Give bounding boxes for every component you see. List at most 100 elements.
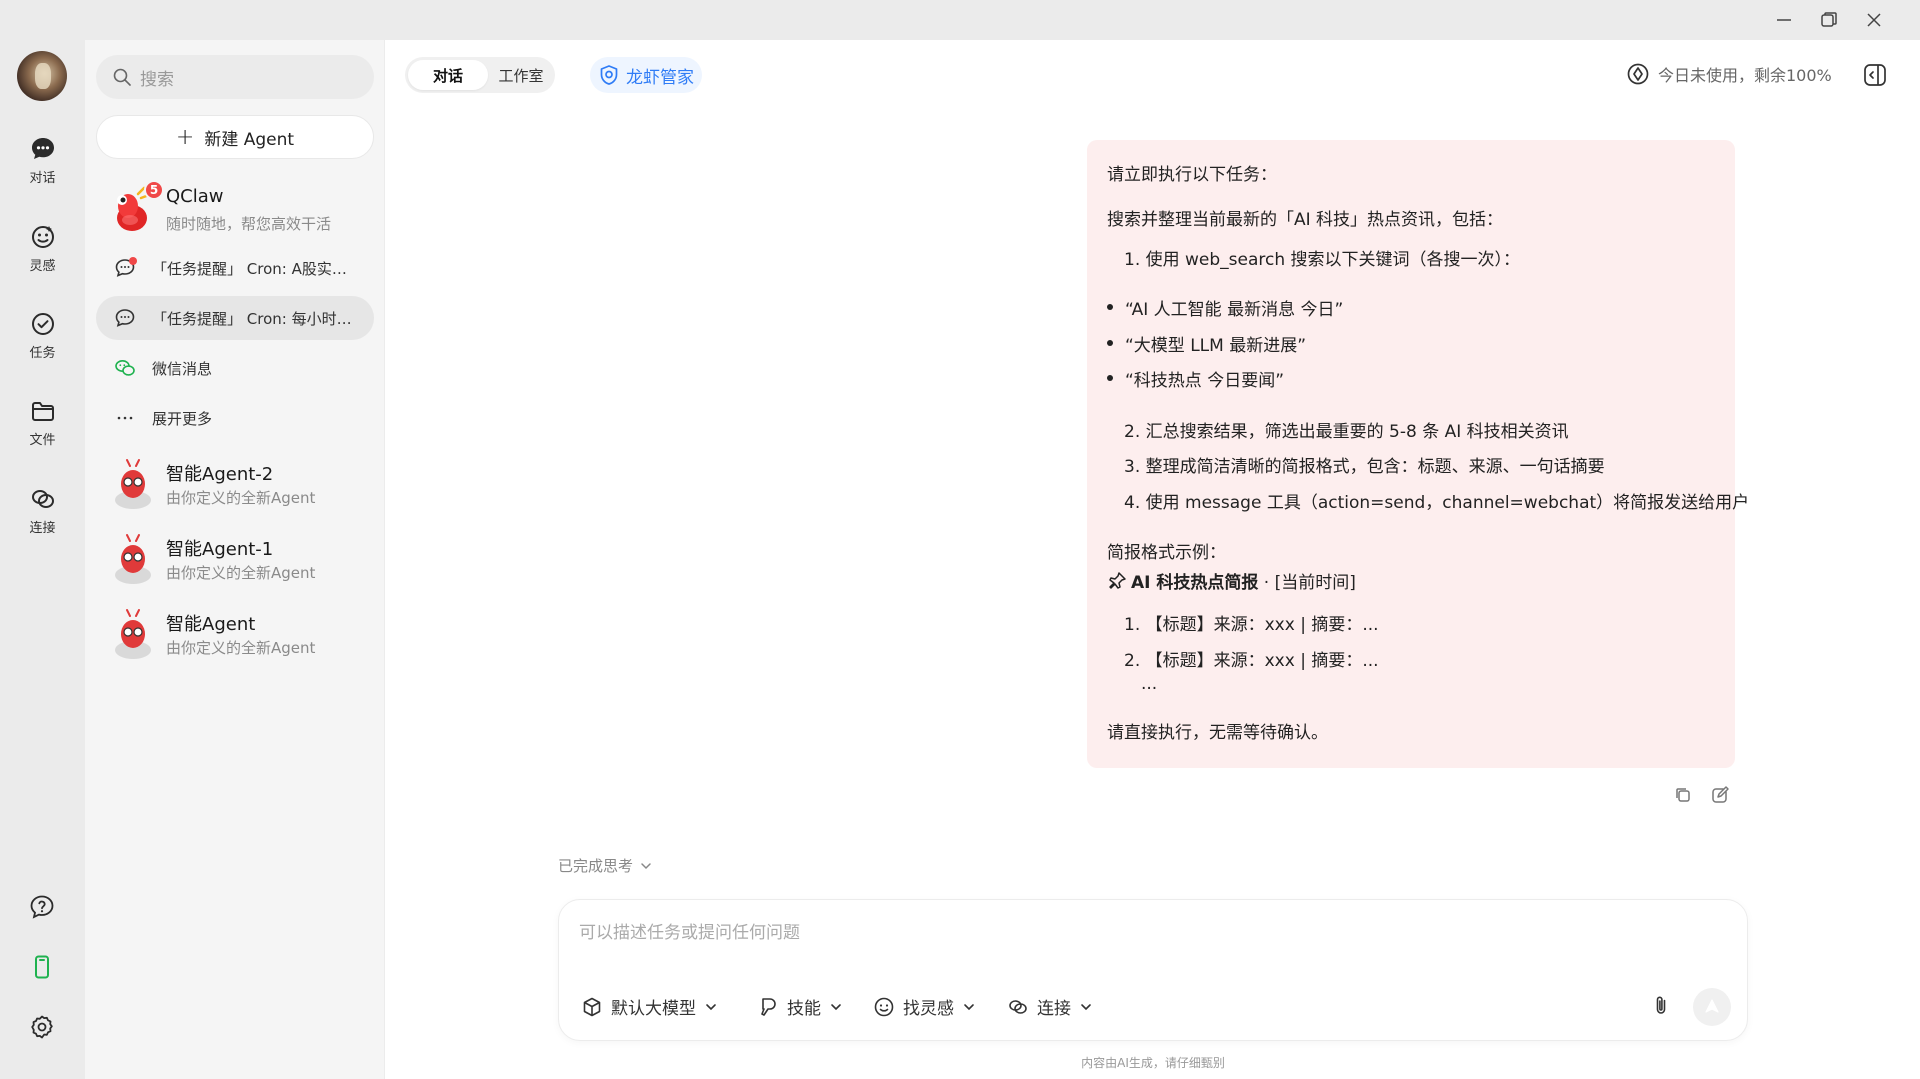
brief-title-bold: AI 科技热点简报 (1131, 573, 1259, 593)
sub-item-label: 「任务提醒」 Cron: 每小时 AI 科技热点简报 (152, 309, 352, 328)
bullet-text: “科技热点 今日要闻” (1125, 371, 1285, 391)
search-placeholder: 搜索 (140, 69, 174, 90)
sub-item-wechat[interactable]: 微信消息 (96, 346, 374, 390)
rail-label-chat: 对话 (29, 171, 56, 186)
unread-badge: 5 (144, 180, 164, 200)
model-select-button[interactable]: 默认大模型 (581, 994, 718, 1019)
agent-item[interactable]: 智能Agent 由你定义的全新Agent (96, 602, 374, 666)
phone-icon[interactable] (27, 952, 57, 982)
chevron-down-icon (641, 862, 651, 869)
chat-icon (31, 138, 54, 159)
help-icon[interactable] (27, 892, 57, 922)
copy-icon[interactable] (1672, 784, 1694, 806)
message-line: 3. 整理成简洁清晰的简报格式，包含：标题、来源、一句话摘要 (1124, 457, 1605, 477)
tool-label: 技能 (787, 999, 821, 1019)
find-inspiration-button[interactable]: 找灵感 (873, 994, 976, 1019)
agent-name: 智能Agent-2 (166, 464, 274, 485)
close-icon[interactable] (1862, 8, 1886, 32)
task-icon (31, 313, 54, 335)
bullet-item: “大模型 LLM 最新进展” (1107, 331, 1306, 356)
agent-subtitle: 随时随地，帮您高效干活 (166, 215, 332, 233)
settings-icon[interactable] (27, 1012, 57, 1042)
message-line: 2. 【标题】来源：xxx | 摘要：... (1124, 651, 1379, 671)
agent-subtitle: 由你定义的全新Agent (166, 489, 316, 507)
agent-item[interactable]: 智能Agent-2 由你定义的全新Agent (96, 452, 374, 516)
sub-item-label: 微信消息 (152, 359, 213, 378)
quota-icon (1627, 63, 1649, 85)
user-message-bubble: 请立即执行以下任务： 搜索并整理当前最新的「AI 科技」热点资讯，包括： 1. … (1087, 140, 1749, 768)
tool-label: 找灵感 (903, 999, 954, 1019)
sub-item-cron-stock[interactable]: 「任务提醒」 Cron: A股实时市场复盘 (96, 246, 374, 290)
rail-label-files: 文件 (29, 433, 56, 448)
usage-status[interactable]: 今日未使用，剩余100% (1626, 62, 1832, 86)
agent-item[interactable]: 智能Agent-1 由你定义的全新Agent (96, 527, 374, 591)
agent-name: QClaw (166, 186, 224, 207)
message-line-brief-title: AI 科技热点简报 · [当前时间] (1107, 568, 1356, 593)
rail-label-connect: 连接 (29, 521, 56, 536)
tab-chat[interactable]: 对话 (408, 60, 488, 90)
brief-title-rest: · [当前时间] (1258, 573, 1356, 593)
rail-item-connect[interactable]: 连接 (0, 485, 85, 545)
restore-icon[interactable] (1817, 8, 1841, 32)
skill-icon (761, 997, 776, 1016)
send-arrow-icon (1705, 999, 1719, 1013)
link-icon (1009, 999, 1027, 1014)
skills-button[interactable]: 技能 (757, 994, 843, 1019)
chevron-down-icon (1081, 1003, 1091, 1010)
inspiration-icon (31, 226, 54, 248)
thinking-toggle[interactable]: 已完成思考 (558, 855, 653, 876)
agent-lobster-icon (115, 534, 151, 584)
rail-item-chat[interactable]: 对话 (0, 135, 85, 195)
conversation-sidebar: 搜索 + 新建 Agent 5 QClaw 随时随地，帮您高效干活 「任务提醒」… (85, 40, 385, 1079)
sub-item-label: 「任务提醒」 Cron: A股实时市场复盘 (152, 259, 352, 278)
agent-name: 智能Agent (166, 614, 256, 635)
new-agent-button[interactable]: + 新建 Agent (96, 115, 374, 159)
message-line: 2. 汇总搜索结果，筛选出最重要的 5-8 条 AI 科技相关资讯 (1124, 422, 1569, 442)
window-titlebar (0, 0, 1920, 40)
rail-item-task[interactable]: 任务 (0, 310, 85, 370)
tab-studio[interactable]: 工作室 (490, 60, 552, 90)
folder-icon (31, 402, 54, 421)
lobster-guard-button[interactable]: 龙虾管家 (590, 57, 702, 93)
search-input[interactable]: 搜索 (96, 55, 374, 99)
bullet-text: “AI 人工智能 最新消息 今日” (1125, 300, 1344, 320)
sub-item-expand-more[interactable]: 展开更多 (96, 396, 374, 440)
left-rail: 对话 灵感 任务 文件 连接 (0, 40, 85, 1079)
user-avatar[interactable] (17, 51, 67, 101)
side-panel-toggle-icon[interactable] (1862, 62, 1888, 88)
sub-item-cron-ai-brief[interactable]: 「任务提醒」 Cron: 每小时 AI 科技热点简报 (96, 296, 374, 340)
pin-icon (1109, 572, 1126, 589)
minimize-icon[interactable] (1772, 8, 1796, 32)
rail-item-inspiration[interactable]: 灵感 (0, 223, 85, 283)
inspiration-icon (874, 997, 894, 1016)
chevron-down-icon (964, 1003, 974, 1010)
message-line: 请立即执行以下任务： (1107, 165, 1277, 185)
edit-icon[interactable] (1709, 784, 1731, 806)
new-agent-label: 新建 Agent (204, 129, 295, 150)
plus-icon: + (175, 124, 195, 150)
rail-label-inspiration: 灵感 (29, 259, 56, 274)
unread-dot (129, 257, 137, 265)
bullet-item: “科技热点 今日要闻” (1107, 366, 1284, 391)
bullet-item: “AI 人工智能 最新消息 今日” (1107, 295, 1343, 320)
chevron-down-icon (706, 1003, 716, 1010)
agent-lobster-icon (115, 459, 151, 509)
message-composer[interactable]: 可以描述任务或提问任何问题 默认大模型 技能 找灵感 连接 (558, 899, 1748, 1041)
composer-placeholder[interactable]: 可以描述任务或提问任何问题 (579, 918, 800, 943)
send-button[interactable] (1693, 988, 1731, 1026)
connect-button[interactable]: 连接 (1007, 994, 1093, 1019)
agent-item-qclaw[interactable]: 5 QClaw 随时随地，帮您高效干活 (96, 178, 374, 242)
wechat-icon (114, 357, 136, 379)
attachment-icon[interactable] (1649, 994, 1673, 1018)
message-line: 4. 使用 message 工具（action=send，channel=web… (1124, 493, 1750, 513)
bullet-text: “大模型 LLM 最新进展” (1125, 336, 1307, 356)
more-icon (114, 407, 136, 429)
tool-label: 连接 (1037, 999, 1071, 1019)
message-line: 请直接执行，无需等待确认。 (1107, 723, 1328, 743)
message-line: 简报格式示例： (1107, 543, 1226, 563)
rail-item-files[interactable]: 文件 (0, 397, 85, 457)
chevron-down-icon (831, 1003, 841, 1010)
agent-subtitle: 由你定义的全新Agent (166, 639, 316, 657)
usage-text: 今日未使用，剩余100% (1658, 66, 1832, 85)
message-line: 1. 使用 web_search 搜索以下关键词（各搜一次）： (1124, 250, 1521, 270)
